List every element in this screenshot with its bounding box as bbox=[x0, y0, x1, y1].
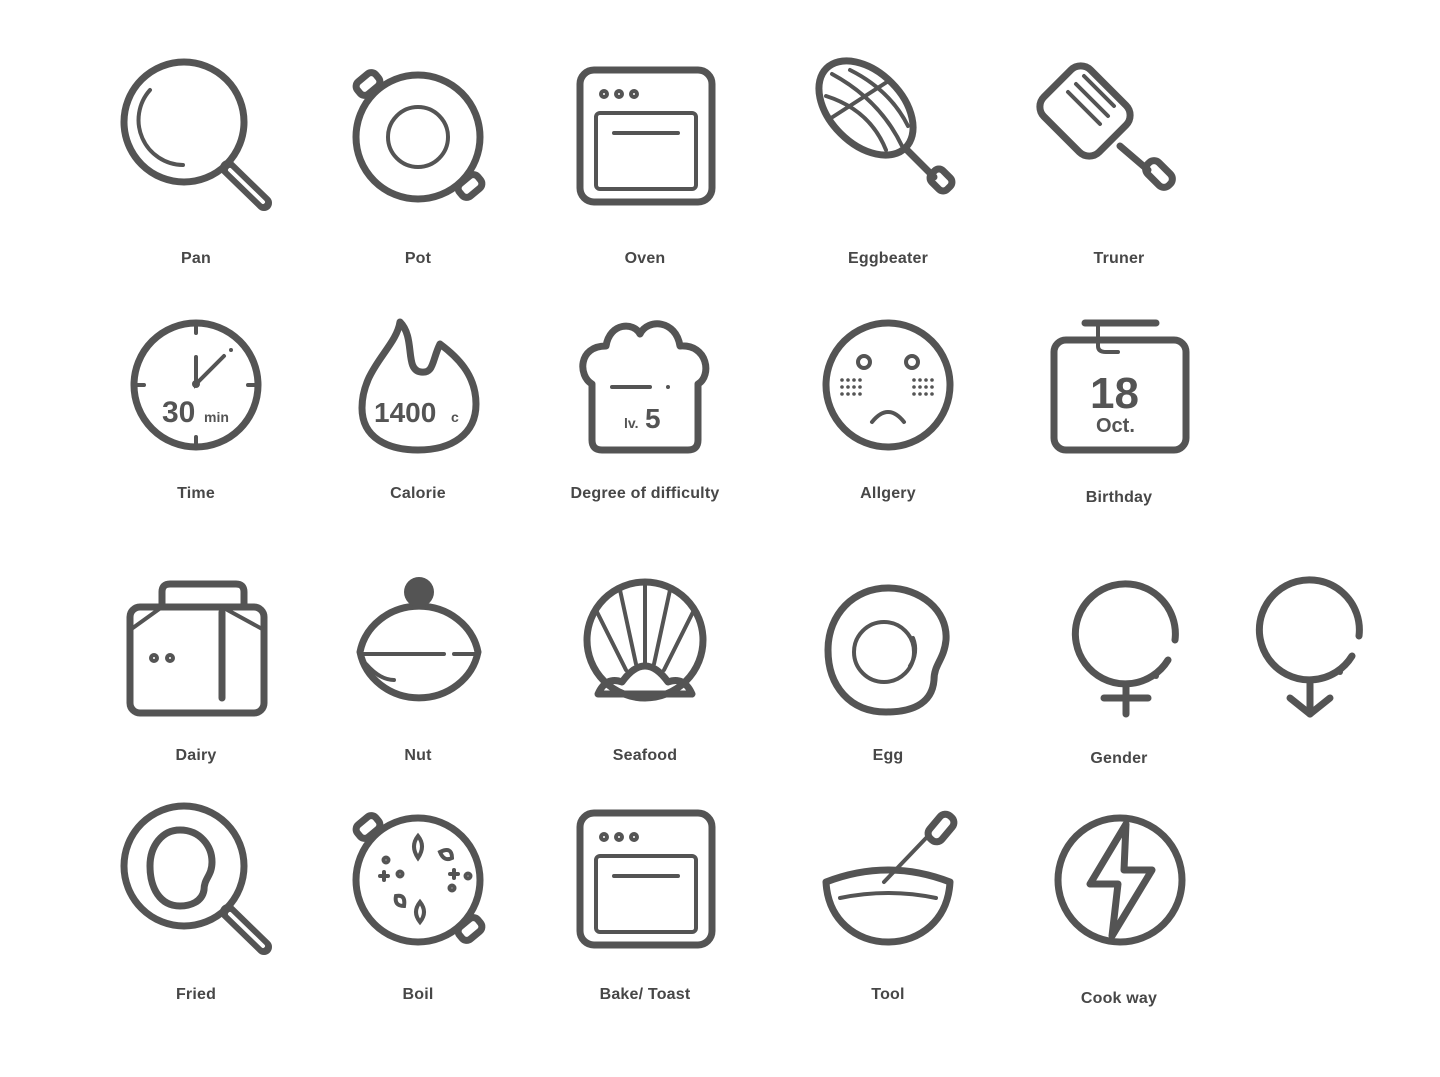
icon-label-gender: Gender bbox=[1090, 750, 1148, 767]
time-value: 30 bbox=[162, 396, 195, 429]
boil-pot-icon bbox=[352, 812, 486, 946]
time-unit: min bbox=[204, 409, 229, 425]
icon-label-calorie: Calorie bbox=[390, 485, 446, 502]
icon-label-seafood: Seafood bbox=[612, 747, 678, 764]
eggbeater-icon bbox=[815, 57, 956, 195]
gender-icon bbox=[1071, 576, 1363, 718]
bowl-whisk-icon bbox=[822, 810, 958, 946]
chef-hat-icon: lv. 5 bbox=[579, 320, 710, 454]
icon-label-cook-way: Cook way bbox=[1080, 990, 1158, 1007]
timer-icon: 30 min bbox=[130, 319, 262, 451]
pan-icon bbox=[120, 58, 272, 211]
icon-label-difficulty: Degree of difficulty bbox=[570, 485, 720, 502]
icon-label-boil: Boil bbox=[402, 986, 434, 1003]
birthday-month: Oct. bbox=[1096, 415, 1135, 437]
bake-oven-icon bbox=[576, 809, 716, 949]
icon-label-nut: Nut bbox=[404, 747, 432, 764]
icon-label-fried: Fried bbox=[175, 986, 217, 1003]
calorie-unit: c bbox=[451, 409, 459, 425]
fried-egg-pan-icon bbox=[120, 802, 272, 955]
turner-icon bbox=[1036, 62, 1176, 191]
male-symbol-icon bbox=[1255, 576, 1363, 718]
level-prefix: lv. bbox=[624, 415, 639, 431]
birthday-day: 18 bbox=[1090, 369, 1139, 418]
oven-icon bbox=[576, 66, 716, 206]
icon-label-pot: Pot bbox=[404, 250, 432, 267]
calorie-value: 1400 bbox=[374, 397, 436, 428]
icon-sheet: 30 min 1400 c lv. 5 18 Oct. bbox=[120, 57, 1363, 955]
pot-icon bbox=[352, 69, 486, 203]
icon-label-turner: Truner bbox=[1093, 250, 1145, 267]
calendar-icon: 18 Oct. bbox=[1050, 319, 1190, 454]
icon-label-dairy: Dairy bbox=[175, 747, 217, 764]
flame-icon: 1400 c bbox=[358, 318, 480, 454]
egg-icon bbox=[824, 584, 950, 716]
milk-carton-icon bbox=[126, 580, 268, 717]
female-symbol-icon bbox=[1071, 580, 1179, 718]
shell-icon bbox=[583, 578, 707, 702]
nut-icon bbox=[356, 577, 482, 702]
icon-label-eggbeater: Eggbeater bbox=[847, 250, 929, 267]
icon-label-egg: Egg bbox=[872, 747, 904, 764]
icon-label-pan: Pan bbox=[181, 250, 211, 267]
icon-label-birthday: Birthday bbox=[1085, 489, 1153, 506]
sad-face-icon bbox=[822, 319, 954, 451]
level-value: 5 bbox=[645, 403, 661, 434]
icon-label-time: Time bbox=[177, 485, 215, 502]
icon-label-bake: Bake/ Toast bbox=[599, 986, 691, 1003]
icon-label-tool: Tool bbox=[871, 986, 905, 1003]
lightning-icon bbox=[1054, 814, 1186, 946]
icon-label-allergy: Allgery bbox=[860, 485, 916, 502]
icon-label-oven: Oven bbox=[624, 250, 666, 267]
